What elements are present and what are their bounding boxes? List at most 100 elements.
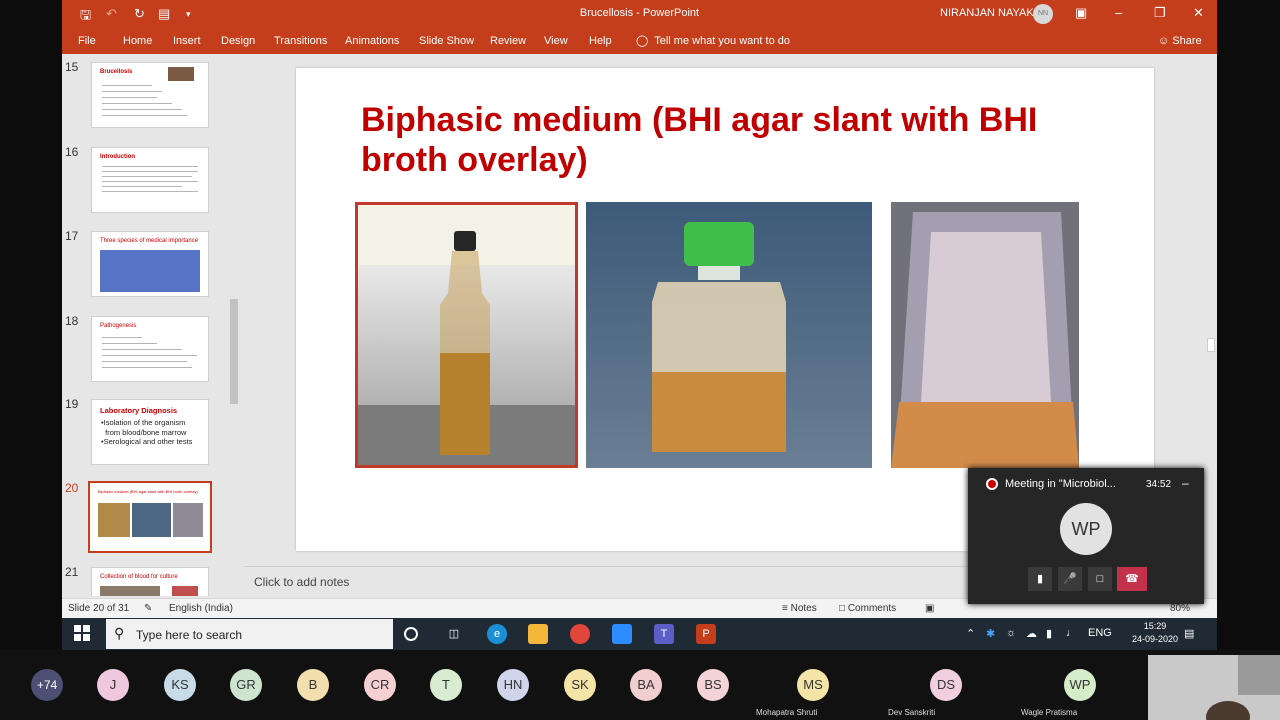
thumb-photo-1 bbox=[98, 503, 130, 537]
notes-placeholder[interactable]: Click to add notes bbox=[254, 575, 349, 589]
thumbnail-slide-15[interactable]: Brucellosis bbox=[91, 62, 209, 128]
person-icon: ☺ bbox=[1158, 35, 1170, 47]
tell-me-label: Tell me what you want to do bbox=[654, 35, 790, 47]
meeting-mini-window[interactable]: Meeting in "Microbiol... 34:52 – WP ▮ 🎤 … bbox=[968, 468, 1204, 604]
comments-button[interactable]: □ Comments bbox=[839, 603, 896, 614]
normal-view-icon[interactable]: ▣ bbox=[925, 603, 934, 614]
participant-avatar[interactable]: GR bbox=[230, 669, 262, 701]
slide-title[interactable]: Biphasic medium (BHI agar slant with BHI… bbox=[361, 100, 1121, 180]
self-video-thumbnail[interactable] bbox=[1148, 655, 1280, 720]
thumbnail-slide-19[interactable]: Laboratory Diagnosis •Isolation of the o… bbox=[91, 399, 209, 465]
thumb-number: 16 bbox=[65, 145, 79, 159]
ribbon-display-options-icon[interactable]: ▣ bbox=[1075, 5, 1087, 21]
square-bottle-photo[interactable] bbox=[586, 202, 872, 468]
tab-help[interactable]: Help bbox=[589, 35, 612, 47]
thumbnails-scrollbar[interactable] bbox=[228, 54, 240, 596]
tube-closeup-photo[interactable] bbox=[891, 202, 1079, 468]
action-center-icon[interactable]: ▤ bbox=[1184, 627, 1194, 640]
thumbnail-slide-21[interactable]: Collection of blood for culture bbox=[91, 567, 209, 596]
participant-avatar[interactable]: BA bbox=[630, 669, 662, 701]
accessibility-icon[interactable]: ✎ bbox=[144, 603, 152, 614]
language-indicator[interactable]: English (India) bbox=[169, 603, 233, 614]
thumb-photo-2 bbox=[132, 503, 171, 537]
participant-name: Dev Sanskriti bbox=[888, 708, 936, 717]
camera-icon[interactable]: ▮ bbox=[1028, 567, 1052, 591]
recording-icon bbox=[986, 478, 998, 490]
participant-avatar[interactable]: WP bbox=[1064, 669, 1096, 701]
close-icon[interactable]: ✕ bbox=[1193, 5, 1204, 21]
user-name[interactable]: NIRANJAN NAYAK bbox=[940, 7, 1034, 19]
wifi-icon[interactable]: ☼ bbox=[1006, 627, 1016, 639]
self-video-image bbox=[1148, 655, 1280, 720]
participant-avatar[interactable]: J bbox=[97, 669, 129, 701]
participant-avatar[interactable]: KS bbox=[164, 669, 196, 701]
participant-avatar[interactable]: T bbox=[430, 669, 462, 701]
minimize-icon[interactable]: – bbox=[1115, 5, 1122, 20]
participant-avatar[interactable]: SK bbox=[564, 669, 596, 701]
share-button[interactable]: ☺ Share bbox=[1158, 35, 1202, 47]
input-language[interactable]: ENG bbox=[1088, 627, 1112, 639]
participant-strip: +74 J KS GR B CR T HN SK BA BS MS Mohapa… bbox=[0, 650, 1280, 720]
participant-avatar[interactable]: BS bbox=[697, 669, 729, 701]
thumb-number: 19 bbox=[65, 397, 79, 411]
tell-me-search[interactable]: ◯ Tell me what you want to do bbox=[636, 34, 790, 47]
clock[interactable]: 15:29 24-09-2020 bbox=[1132, 620, 1178, 646]
user-avatar[interactable]: NN bbox=[1033, 4, 1053, 24]
zoom-icon[interactable] bbox=[612, 624, 632, 644]
thumb-title: Laboratory Diagnosis bbox=[100, 406, 178, 415]
battery-icon[interactable]: ▮ bbox=[1046, 627, 1052, 640]
search-icon: ⚲ bbox=[114, 625, 125, 641]
chrome-icon[interactable] bbox=[570, 624, 590, 644]
minimize-icon[interactable]: – bbox=[1182, 476, 1189, 490]
share-screen-icon[interactable]: □ bbox=[1088, 567, 1112, 591]
tab-animations[interactable]: Animations bbox=[345, 35, 399, 47]
tab-transitions[interactable]: Transitions bbox=[274, 35, 327, 47]
participant-avatar[interactable]: HN bbox=[497, 669, 529, 701]
microphone-icon[interactable]: 🎤 bbox=[1058, 567, 1082, 591]
tab-review[interactable]: Review bbox=[490, 35, 526, 47]
file-explorer-icon[interactable] bbox=[528, 624, 548, 644]
share-label: Share bbox=[1172, 35, 1202, 47]
thumb-photo bbox=[100, 586, 160, 596]
participant-avatar[interactable]: CR bbox=[364, 669, 396, 701]
thumbnail-slide-16[interactable]: Introduction bbox=[91, 147, 209, 213]
edge-icon[interactable]: e bbox=[487, 624, 507, 644]
bluetooth-icon[interactable]: ✱ bbox=[986, 627, 995, 640]
task-view-icon[interactable]: ◫ bbox=[444, 624, 464, 644]
bottle-photo[interactable] bbox=[355, 202, 578, 468]
restore-icon[interactable]: ❐ bbox=[1154, 5, 1166, 21]
thumb-number: 15 bbox=[65, 60, 79, 74]
slide-scrollbar[interactable] bbox=[1204, 54, 1217, 564]
slide-counter: Slide 20 of 31 bbox=[68, 603, 130, 614]
hang-up-icon[interactable]: ☎ bbox=[1117, 567, 1147, 591]
powerpoint-icon[interactable]: P bbox=[696, 624, 716, 644]
thumb-number: 20 bbox=[65, 481, 79, 495]
thumb-title: Brucellosis bbox=[100, 69, 133, 75]
taskbar-search-box[interactable]: ⚲ Type here to search bbox=[106, 619, 393, 649]
more-participants[interactable]: +74 bbox=[31, 669, 63, 701]
tab-view[interactable]: View bbox=[544, 35, 568, 47]
participant-avatar[interactable]: DS bbox=[930, 669, 962, 701]
volume-icon[interactable]: ♩ bbox=[1066, 627, 1077, 639]
lightbulb-icon: ◯ bbox=[636, 35, 649, 47]
thumbnail-slide-17[interactable]: Three species of medical importance bbox=[91, 231, 209, 297]
title-bar: 🖫 ↶ ↻ ▤ ▾ Brucellosis - PowerPoint NIRAN… bbox=[62, 0, 1217, 28]
participant-avatar[interactable]: MS bbox=[797, 669, 829, 701]
onedrive-icon[interactable]: ☁ bbox=[1026, 627, 1037, 640]
windows-start-icon[interactable] bbox=[74, 625, 90, 641]
show-hidden-icons-icon[interactable]: ⌃ bbox=[966, 627, 975, 640]
tab-slide-show[interactable]: Slide Show bbox=[419, 35, 474, 47]
thumbnail-slide-20[interactable]: Biphasic medium (BHI agar slant with BHI… bbox=[88, 481, 212, 553]
tab-file[interactable]: File bbox=[78, 35, 96, 47]
teams-icon[interactable]: T bbox=[654, 624, 674, 644]
zoom-level[interactable]: 80% bbox=[1170, 603, 1190, 614]
clock-date: 24-09-2020 bbox=[1132, 634, 1179, 644]
tab-insert[interactable]: Insert bbox=[173, 35, 201, 47]
participant-avatar[interactable]: B bbox=[297, 669, 329, 701]
slide-thumbnails-pane[interactable]: 15 Brucellosis 16 Introduction 17 Three … bbox=[62, 54, 242, 596]
thumbnail-slide-18[interactable]: Pathogenesis bbox=[91, 316, 209, 382]
cortana-icon[interactable] bbox=[404, 627, 418, 641]
tab-design[interactable]: Design bbox=[221, 35, 255, 47]
notes-button[interactable]: ≡ Notes bbox=[782, 603, 817, 614]
tab-home[interactable]: Home bbox=[123, 35, 152, 47]
